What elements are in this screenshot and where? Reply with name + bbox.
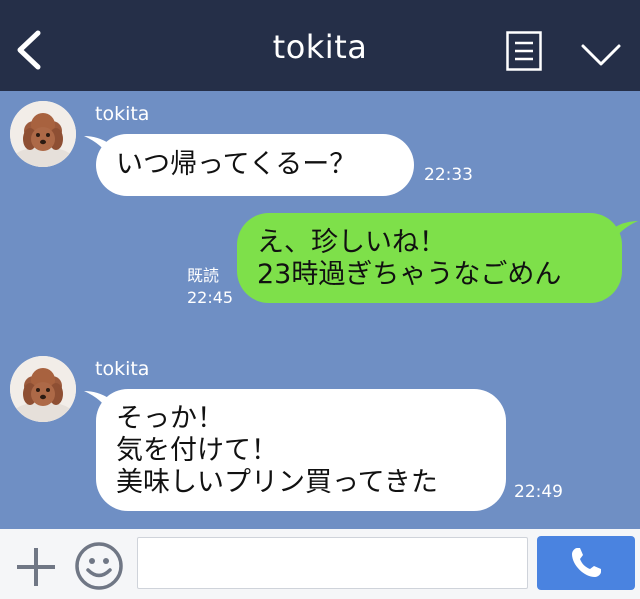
add-button[interactable] — [14, 545, 58, 589]
avatar[interactable] — [10, 356, 76, 422]
message-bubble[interactable]: そっか！ 気を付けて！ 美味しいプリン買ってきた — [96, 389, 506, 511]
phone-icon — [572, 548, 601, 577]
chat-title: tokita — [272, 28, 368, 66]
message-bubble[interactable]: え、珍しいね！ 23時過ぎちゃうなごめん — [237, 213, 622, 303]
message-text: 23時過ぎちゃうなごめん — [257, 259, 562, 290]
message-time: 22:49 — [514, 482, 563, 502]
chat-header: tokita — [0, 0, 640, 91]
message-text: そっか！ — [116, 403, 224, 434]
dog-avatar-icon — [10, 356, 76, 422]
avatar[interactable] — [10, 101, 76, 167]
message-text: 気を付けて！ — [116, 435, 278, 466]
dog-avatar-icon — [10, 101, 76, 167]
message-text: え、珍しいね！ — [257, 227, 446, 258]
read-receipt: 既読 22:45 — [187, 265, 233, 308]
call-button[interactable] — [537, 536, 635, 590]
emoji-button[interactable] — [74, 541, 124, 591]
read-label: 既読 — [187, 266, 220, 285]
message-text: 美味しいプリン買ってきた — [116, 467, 438, 498]
message-input[interactable] — [137, 537, 528, 589]
list-icon — [506, 31, 542, 71]
message-bubble[interactable]: いつ帰ってくるー？ — [96, 134, 414, 196]
collapse-button[interactable] — [580, 42, 622, 68]
sender-name: tokita — [95, 358, 150, 380]
message-time: 22:45 — [187, 288, 234, 307]
message-time: 22:33 — [424, 165, 473, 185]
chat-area[interactable]: tokita いつ帰ってくるー？ 22:33 既読 22:45 え、珍しいね！ … — [0, 91, 640, 529]
menu-button[interactable] — [506, 31, 542, 71]
smiley-icon — [75, 542, 123, 590]
chevron-down-icon — [581, 44, 621, 66]
message-text: いつ帰ってくるー？ — [116, 149, 357, 180]
sender-name: tokita — [95, 103, 150, 125]
bubble-tail — [612, 221, 638, 243]
plus-icon — [17, 548, 55, 586]
